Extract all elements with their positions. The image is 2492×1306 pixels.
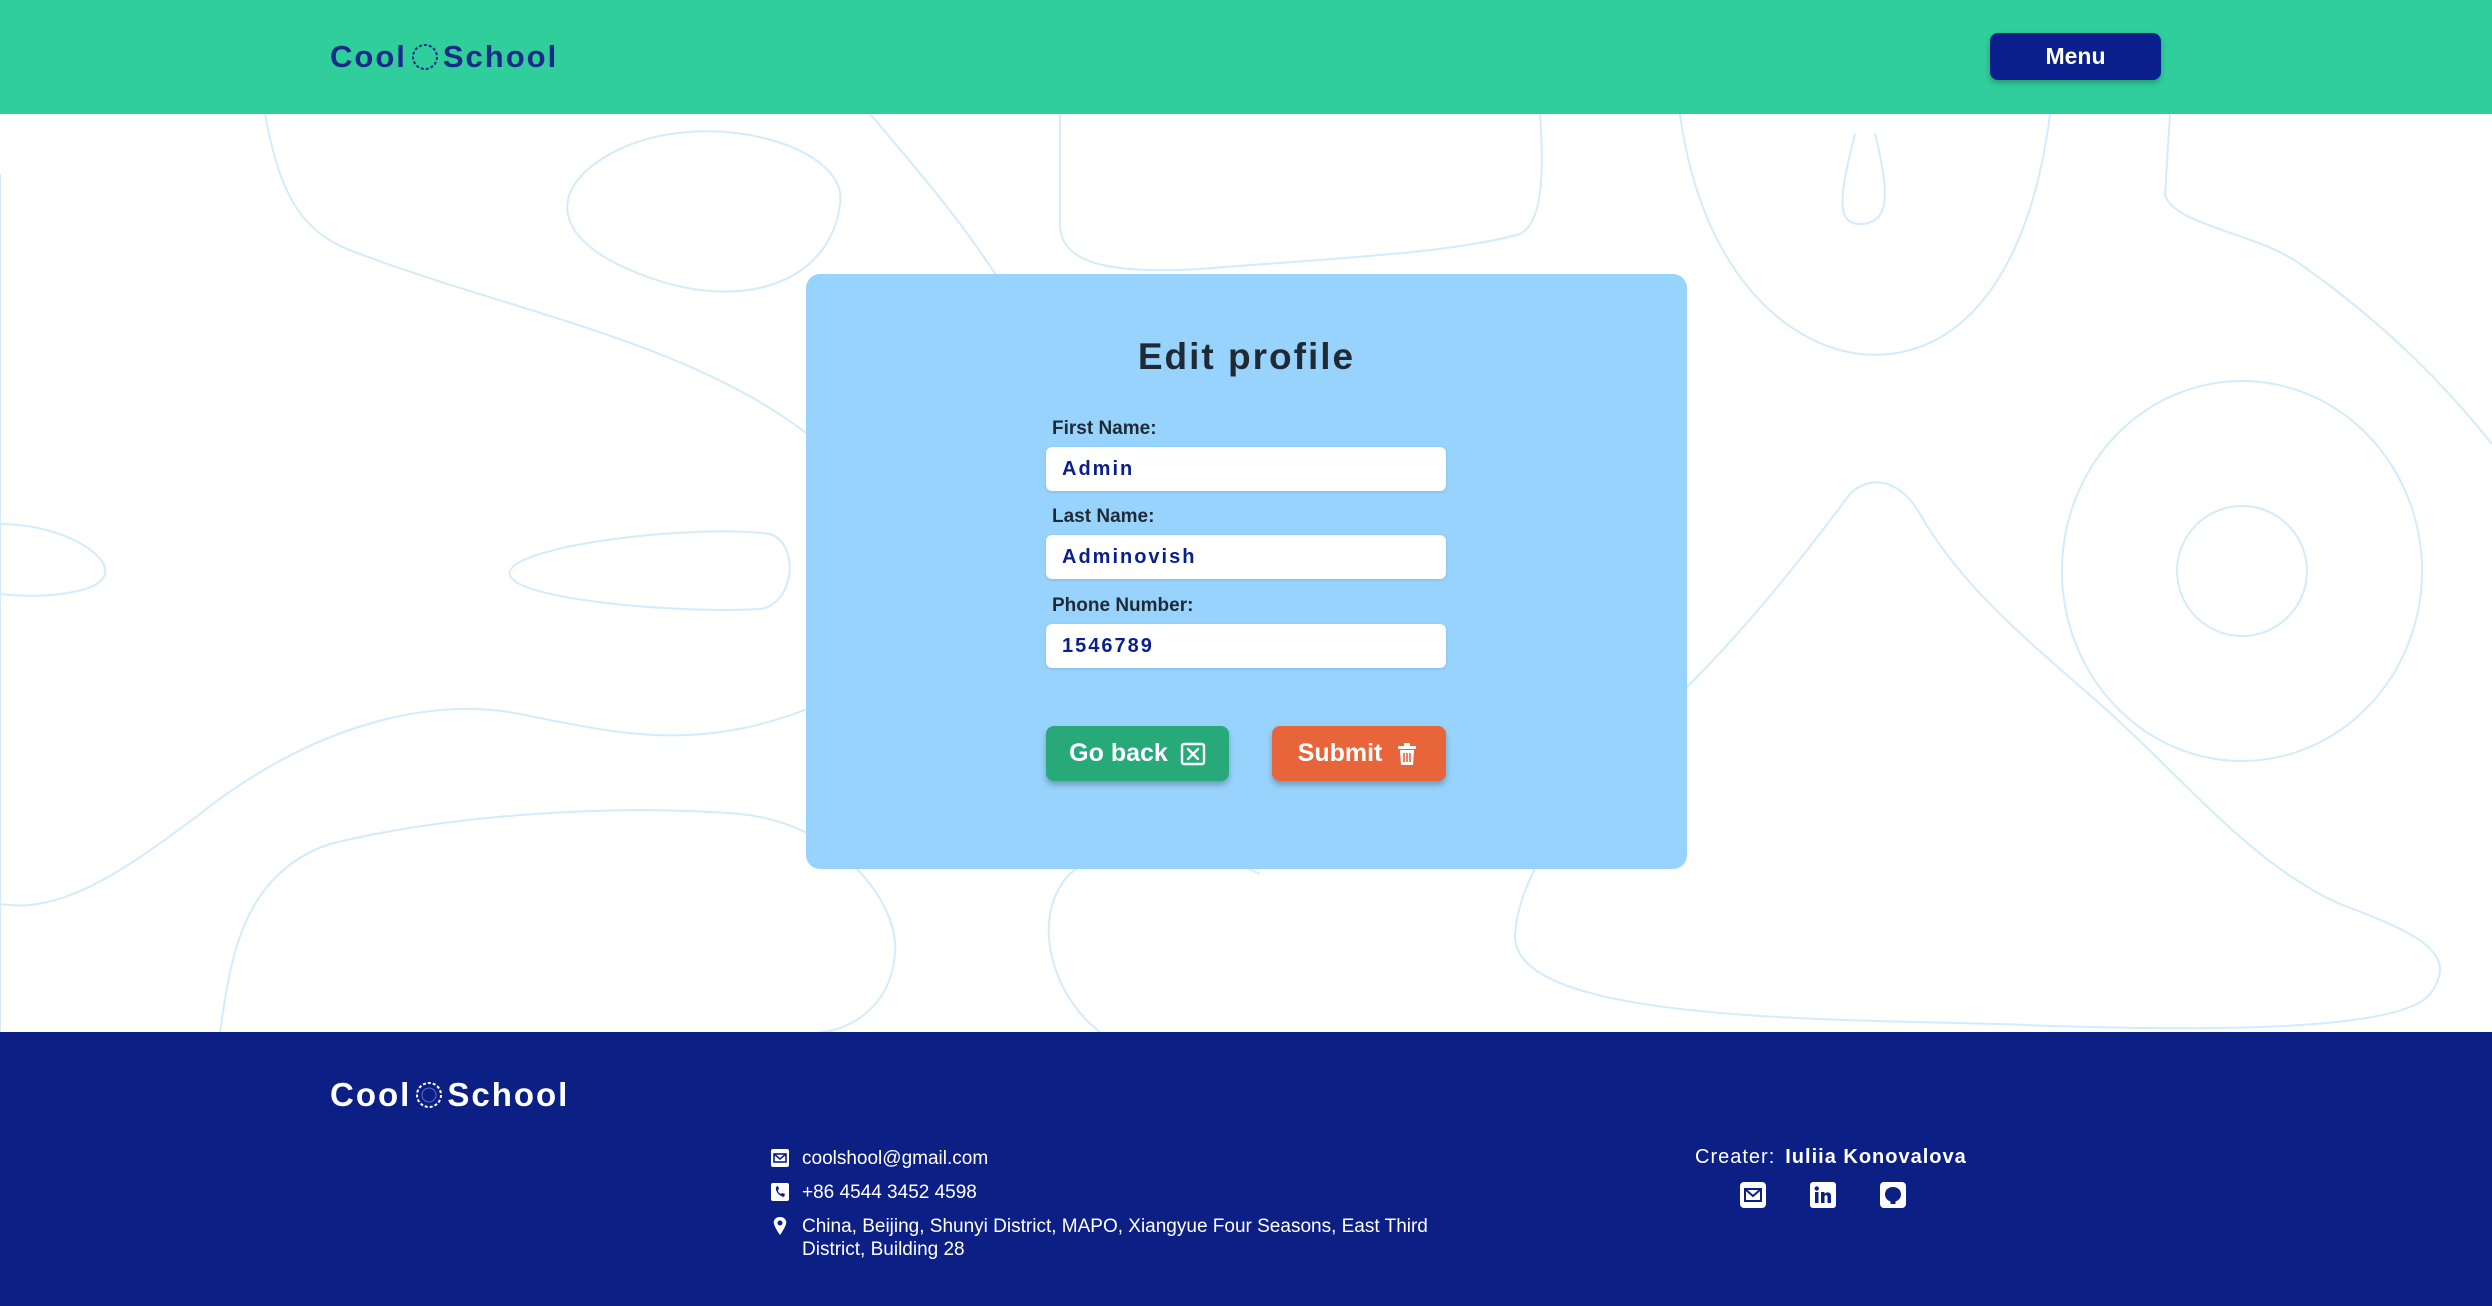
location-pin-icon [770, 1216, 790, 1236]
first-name-input[interactable] [1046, 447, 1446, 491]
contact-address: China, Beijing, Shunyi District, MAPO, X… [770, 1215, 1452, 1261]
edit-profile-card: Edit profile First Name: Last Name: Phon… [806, 274, 1687, 869]
first-name-label: First Name: [1052, 418, 1157, 439]
footer-logo[interactable]: Cool School [330, 1072, 569, 1118]
menu-button[interactable]: Menu [1990, 33, 2161, 80]
close-box-icon [1180, 741, 1206, 767]
footer-logo-text-cool: Cool [330, 1076, 412, 1113]
page-title: Edit profile [1137, 336, 1356, 377]
contact-email-text: coolshool@gmail.com [802, 1148, 989, 1169]
go-back-button[interactable]: Go back [1046, 726, 1229, 781]
globe-logo-icon [410, 42, 440, 72]
social-links [1738, 1180, 1908, 1210]
go-back-label: Go back [1069, 739, 1168, 767]
github-icon[interactable] [1878, 1180, 1908, 1210]
submit-label: Submit [1297, 739, 1383, 767]
mail-icon[interactable] [1738, 1180, 1768, 1210]
creator-name: Iuliia Konovalova [1785, 1146, 1967, 1168]
creator-label: Creater: [1695, 1146, 1776, 1168]
logo-text-cool: Cool [330, 39, 407, 74]
last-name-label: Last Name: [1052, 506, 1155, 527]
mail-icon [770, 1148, 790, 1168]
contact-email[interactable]: coolshool@gmail.com [770, 1147, 1452, 1170]
footer-logo-text-school: School [447, 1076, 570, 1113]
site-header: Cool School Menu [0, 0, 2492, 114]
trash-icon [1394, 741, 1420, 767]
submit-button[interactable]: Submit [1272, 726, 1446, 781]
header-logo[interactable]: Cool School [330, 36, 558, 78]
linkedin-icon[interactable] [1808, 1180, 1838, 1210]
last-name-input[interactable] [1046, 535, 1446, 579]
contact-phone[interactable]: +86 4544 3452 4598 [770, 1181, 1452, 1204]
logo-text-school: School [442, 39, 559, 74]
phone-icon [770, 1182, 790, 1202]
phone-number-input[interactable] [1046, 624, 1446, 668]
phone-number-label: Phone Number: [1052, 595, 1194, 616]
creator-credit: Creater: Iuliia Konovalova [1695, 1146, 1967, 1169]
main-content: Edit profile First Name: Last Name: Phon… [0, 114, 2492, 1032]
globe-logo-icon [414, 1080, 444, 1110]
contact-address-text: China, Beijing, Shunyi District, MAPO, X… [802, 1216, 1428, 1260]
contact-phone-text: +86 4544 3452 4598 [802, 1182, 977, 1203]
site-footer: Cool School coolshool@gmail.com +86 4544… [0, 1032, 2492, 1306]
